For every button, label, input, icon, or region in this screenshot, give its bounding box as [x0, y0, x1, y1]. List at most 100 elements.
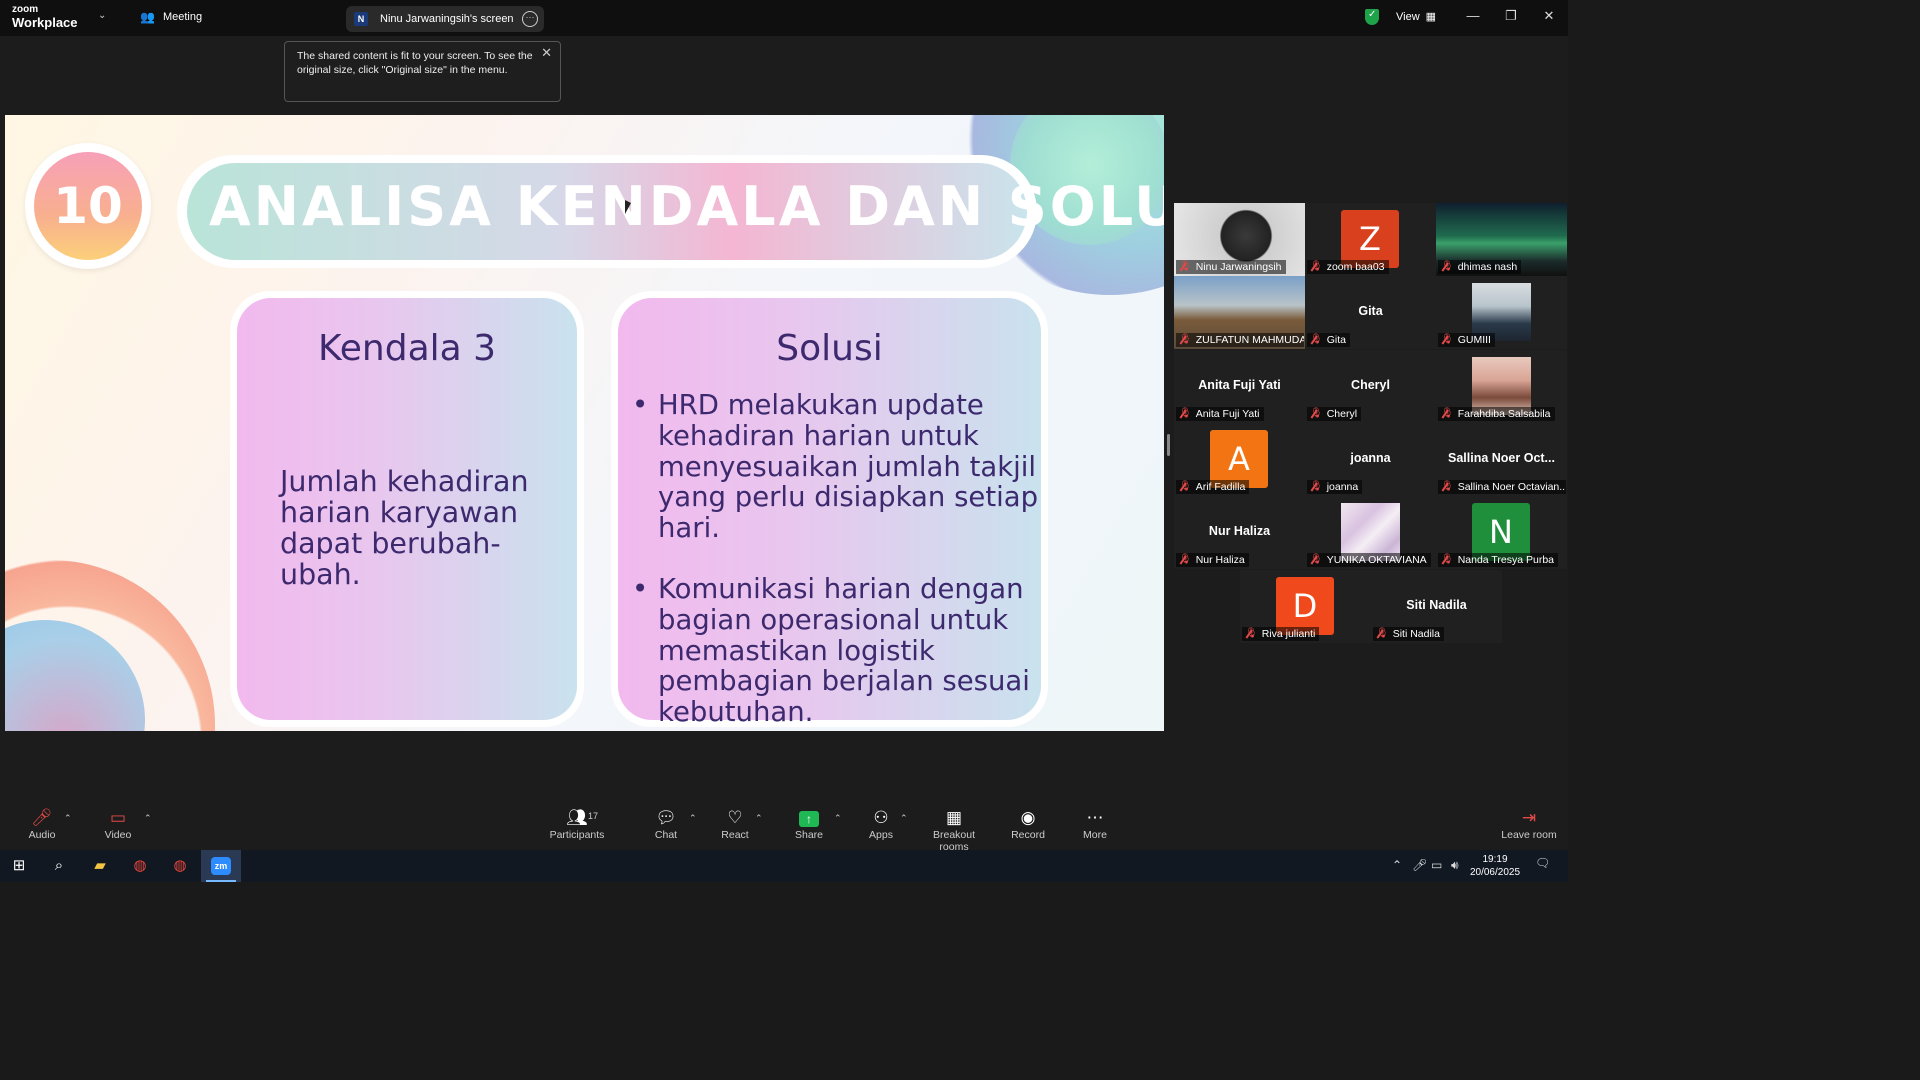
apps-button[interactable]: ⚇ Apps: [864, 808, 898, 841]
apps-icon: ⚇: [873, 808, 889, 827]
microphone-icon[interactable]: 🎤︎: [1412, 858, 1427, 872]
video-options-caret-icon[interactable]: ⌃: [144, 813, 152, 824]
participant-tile[interactable]: N 🎙︎ Nanda Tresya Purba: [1436, 496, 1567, 569]
kendala-heading: Kendala 3: [317, 328, 497, 369]
tray-chevron-icon[interactable]: ⌃: [1392, 858, 1402, 872]
participant-display-name: Gita: [1358, 304, 1383, 318]
chrome-profile-icon[interactable]: ◍: [169, 856, 191, 876]
participant-name: Ninu Jarwaningsih: [1195, 261, 1282, 273]
close-window-icon[interactable]: ✕: [1539, 8, 1559, 24]
participant-tile[interactable]: joanna 🎙︎ joanna: [1305, 423, 1436, 496]
audio-label: Audio: [28, 829, 56, 841]
breakout-rooms-icon: ▦: [945, 808, 963, 827]
participant-tile[interactable]: 🎙︎ Farahdiba Salsabila: [1436, 350, 1567, 423]
participant-name: Cheryl: [1326, 408, 1358, 420]
shared-screen-tab[interactable]: N Ninu Jarwaningsih's screen ···: [346, 6, 544, 32]
notifications-icon[interactable]: 🗨︎: [1535, 856, 1550, 870]
mic-muted-icon: 🎙︎: [1179, 554, 1192, 565]
participant-name: Nur Haliza: [1195, 554, 1245, 566]
participant-tile[interactable]: Sallina Noer Oct... 🎙︎ Sallina Noer Octavi…: [1436, 423, 1567, 496]
restore-icon[interactable]: ❐: [1501, 8, 1521, 24]
participant-name: dhimas nash: [1457, 261, 1518, 273]
mic-muted-icon: 🎙︎: [1179, 408, 1192, 419]
participant-tile[interactable]: 🎙︎ GUMIII: [1436, 276, 1567, 349]
zoom-workplace-logo[interactable]: zoom Workplace: [12, 5, 78, 30]
search-icon[interactable]: ⌕: [48, 856, 70, 876]
chat-button[interactable]: 💬︎ Chat: [648, 808, 684, 841]
participant-tile[interactable]: Gita 🎙︎ Gita: [1305, 276, 1436, 349]
react-options-caret-icon[interactable]: ⌃: [755, 813, 763, 824]
participant-tile[interactable]: Nur Haliza 🎙︎ Nur Haliza: [1174, 496, 1305, 569]
participant-name: YUNIKA OKTAVIANA: [1326, 554, 1427, 566]
participant-tile[interactable]: Z 🎙︎ zoom baa03: [1305, 203, 1436, 276]
participant-display-name: joanna: [1350, 451, 1391, 465]
participant-tile[interactable]: 🎙︎ ZULFATUN MAHMUDAH: [1174, 276, 1305, 349]
panel-resize-handle[interactable]: [1167, 434, 1170, 456]
video-label: Video: [104, 829, 132, 841]
apps-options-caret-icon[interactable]: ⌃: [900, 813, 908, 824]
windows-start-icon[interactable]: ⊞: [8, 856, 30, 876]
participant-tile[interactable]: Cheryl 🎙︎ Cheryl: [1305, 350, 1436, 423]
chevron-down-icon[interactable]: ⌄: [98, 10, 106, 21]
zoom-taskbar-app[interactable]: zm: [201, 850, 241, 882]
mic-muted-icon: 🎙︎: [1245, 628, 1258, 639]
react-button[interactable]: ♡ React: [716, 808, 754, 841]
apps-label: Apps: [869, 829, 893, 841]
record-button[interactable]: ◉ Record: [1008, 808, 1048, 841]
encryption-shield-icon[interactable]: [1365, 9, 1379, 25]
slide-title-fill: ANALISA KENDALA DAN SOLUSI: [187, 163, 1164, 260]
participant-name-label: 🎙︎ Siti Nadila: [1373, 627, 1444, 641]
breakout-rooms-button[interactable]: ▦ Breakout rooms: [918, 808, 990, 853]
participant-tile[interactable]: Anita Fuji Yati 🎙︎ Anita Fuji Yati: [1174, 350, 1305, 423]
solusi-heading: Solusi: [776, 328, 883, 369]
solusi-card-fill: Solusi HRD melakukan update kehadiran ha…: [618, 298, 1041, 728]
participant-name: ZULFATUN MAHMUDAH: [1195, 334, 1304, 346]
participant-tile[interactable]: 🎙︎ YUNIKA OKTAVIANA: [1305, 496, 1436, 569]
view-label: View: [1396, 10, 1420, 23]
participant-tile[interactable]: 🎙︎ Ninu Jarwaningsih: [1174, 203, 1305, 276]
share-options-caret-icon[interactable]: ⌃: [834, 813, 842, 824]
network-icon[interactable]: ▭: [1431, 858, 1442, 872]
chat-icon: 💬︎: [655, 808, 677, 827]
volume-icon[interactable]: 🔊︎: [1451, 858, 1459, 873]
participant-tile[interactable]: 🎙︎ dhimas nash: [1436, 203, 1567, 276]
more-button[interactable]: ⋯ More: [1078, 808, 1112, 841]
audio-button[interactable]: 🎤︎ Audio: [22, 808, 62, 841]
kendala-body: Jumlah kehadiran harian karyawan dapat b…: [280, 465, 529, 591]
participant-name: Siti Nadila: [1392, 628, 1440, 640]
participants-group-icon: 👥: [140, 10, 155, 24]
participant-tile[interactable]: A 🎙︎ Arif Fadilla: [1174, 423, 1305, 496]
participants-button[interactable]: 👥︎ 17 Participants: [548, 808, 606, 841]
meeting-controls: 🎤︎ Audio ⌃ ▭ Video ⌃ 👥︎ 17 Participants …: [0, 800, 1568, 853]
slide-number: 10: [34, 152, 142, 260]
chrome-icon[interactable]: ◍: [129, 856, 151, 876]
participant-name-label: 🎙︎ Gita: [1307, 333, 1350, 347]
share-button[interactable]: ↑ Share: [790, 808, 828, 841]
tooltip-close-icon[interactable]: ✕: [541, 46, 552, 60]
participant-name-label: 🎙︎ Cheryl: [1307, 407, 1362, 421]
mic-muted-icon: 🎙︎: [1179, 261, 1192, 272]
mic-muted-icon: 🎙︎: [1441, 334, 1454, 345]
participant-tile[interactable]: Siti Nadila 🎙︎ Siti Nadila: [1371, 570, 1502, 643]
leave-room-button[interactable]: ⇥ Leave room: [1500, 808, 1558, 841]
participant-name-label: 🎙︎ Sallina Noer Octavian...: [1438, 480, 1566, 494]
record-icon: ◉: [1020, 808, 1036, 827]
participant-display-name: Siti Nadila: [1406, 598, 1467, 612]
participant-name-label: 🎙︎ dhimas nash: [1438, 260, 1522, 274]
mic-muted-icon: 🎙︎: [1310, 554, 1323, 565]
chat-options-caret-icon[interactable]: ⌃: [689, 813, 697, 824]
zoom-window: zoom Workplace ⌄ 👥 Meeting N Ninu Jarwan…: [0, 0, 1568, 882]
mic-muted-icon: 🎙︎: [1179, 481, 1192, 492]
participant-tile[interactable]: D 🎙︎ Riva julianti: [1240, 570, 1371, 643]
meeting-tab[interactable]: 👥 Meeting: [140, 10, 202, 24]
file-explorer-icon[interactable]: ▰: [89, 856, 111, 876]
participant-display-name: Nur Haliza: [1208, 524, 1271, 538]
view-button[interactable]: View ▦: [1396, 10, 1436, 24]
video-button[interactable]: ▭ Video: [98, 808, 138, 841]
share-screen-icon: ↑: [799, 811, 819, 827]
more-options-icon[interactable]: ···: [522, 11, 538, 27]
audio-options-caret-icon[interactable]: ⌃: [64, 813, 72, 824]
system-clock[interactable]: 19:19 20/06/2025: [1460, 853, 1530, 879]
clock-time: 19:19: [1482, 854, 1508, 865]
minimize-icon[interactable]: —: [1463, 8, 1483, 23]
